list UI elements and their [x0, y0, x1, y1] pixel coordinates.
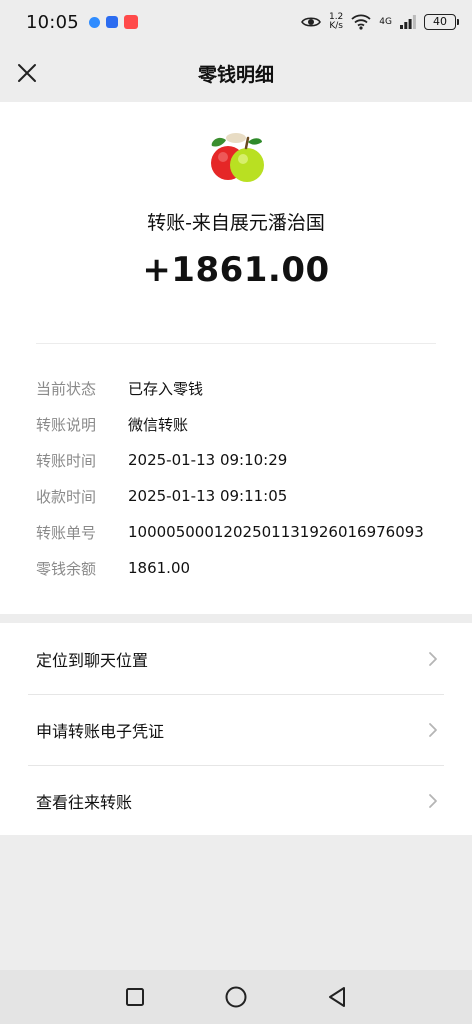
chevron-right-icon: [429, 723, 437, 737]
app-notification-icon: [105, 16, 118, 28]
status-indicators: 1.2 K/s 4G 40: [301, 13, 459, 31]
back-button[interactable]: [322, 982, 352, 1012]
divider: [36, 343, 436, 344]
detail-label: 当前状态: [36, 379, 97, 398]
detail-value: 2025-01-13 09:11:05: [128, 487, 288, 505]
home-button[interactable]: [221, 982, 251, 1012]
action-label: 定位到聊天位置: [36, 650, 149, 670]
action-label: 申请转账电子凭证: [36, 721, 165, 741]
detail-row-receive-time: 收款时间 2025-01-13 09:11:05: [36, 478, 456, 514]
view-transfers-button[interactable]: 查看往来转账: [0, 765, 472, 836]
status-time: 10:05: [26, 11, 79, 33]
chevron-right-icon: [429, 652, 437, 666]
detail-label: 转账单号: [36, 523, 97, 542]
payer-label: 转账-来自展元潘治国: [147, 212, 325, 234]
transfer-amount: +1861.00: [142, 250, 330, 290]
detail-value: 已存入零钱: [128, 379, 204, 398]
shopping-app-icon: [123, 15, 138, 29]
battery-indicator: 40: [424, 14, 459, 30]
detail-label: 转账说明: [36, 415, 97, 434]
wifi-icon: [351, 14, 371, 30]
detail-value: 1861.00: [128, 559, 191, 577]
circle-icon: [225, 986, 247, 1008]
square-icon: [125, 988, 144, 1006]
detail-label: 收款时间: [36, 487, 97, 506]
detail-row-description: 转账说明 微信转账: [36, 406, 456, 442]
detail-row-status: 当前状态 已存入零钱: [36, 370, 456, 406]
chevron-right-icon: [429, 794, 437, 808]
close-button[interactable]: [12, 58, 42, 88]
eye-icon: [301, 17, 321, 27]
transaction-card: 转账-来自展元潘治国 +1861.00 当前状态 已存入零钱 转账说明 微信转账…: [0, 102, 472, 614]
detail-label: 转账时间: [36, 451, 97, 470]
action-label: 查看往来转账: [36, 792, 133, 812]
network-type: 4G: [379, 17, 392, 27]
transaction-details: 当前状态 已存入零钱 转账说明 微信转账 转账时间 2025-01-13 09:…: [36, 370, 456, 586]
detail-row-balance: 零钱余额 1861.00: [36, 550, 456, 586]
detail-value: 微信转账: [128, 415, 189, 434]
triangle-back-icon: [329, 987, 346, 1007]
network-speed-unit: K/s: [329, 21, 343, 31]
nav-bar: 零钱明细: [0, 44, 472, 102]
actions-list: 定位到聊天位置 申请转账电子凭证 查看往来转账: [0, 623, 472, 835]
recents-button[interactable]: [120, 982, 150, 1012]
signal-icon: [400, 15, 416, 29]
system-nav-bar: [0, 970, 472, 1024]
close-icon: [18, 64, 36, 82]
apple-logo-icon: [211, 133, 264, 182]
status-bar: 10:05 1.2 K/s 4G 40: [0, 0, 472, 44]
detail-value: 2025-01-13 09:10:29: [128, 451, 288, 469]
page-title: 零钱明细: [197, 63, 274, 86]
request-voucher-button[interactable]: 申请转账电子凭证: [0, 694, 472, 765]
detail-row-transfer-id: 转账单号 1000050001202501131926016976093: [36, 514, 456, 550]
detail-label: 零钱余额: [36, 559, 97, 578]
network-speed: 1.2 K/s: [329, 13, 343, 31]
notification-icons: [88, 15, 138, 29]
message-notification-icon: [88, 16, 100, 28]
locate-chat-button[interactable]: 定位到聊天位置: [0, 623, 472, 694]
detail-row-transfer-time: 转账时间 2025-01-13 09:10:29: [36, 442, 456, 478]
detail-value: 1000050001202501131926016976093: [128, 523, 424, 541]
